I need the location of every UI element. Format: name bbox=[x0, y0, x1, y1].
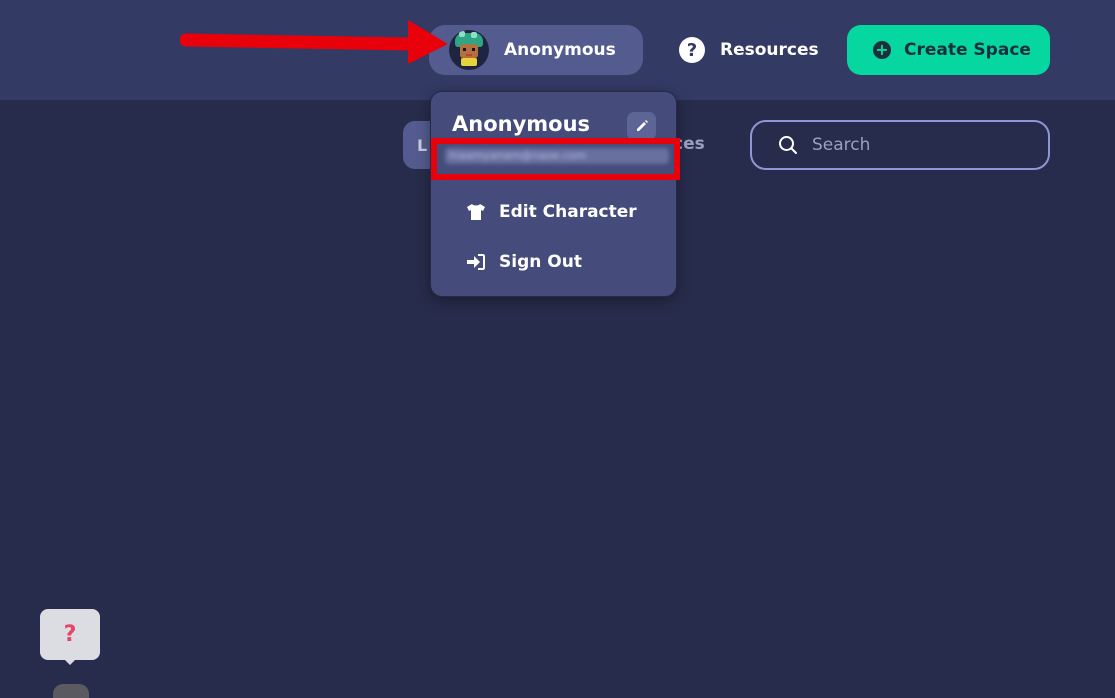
resources-label: Resources bbox=[720, 40, 819, 60]
plus-circle-icon: + bbox=[873, 41, 891, 59]
resources-button[interactable]: ? Resources bbox=[679, 36, 819, 64]
annotation-arrow-icon bbox=[180, 20, 448, 64]
edit-name-button[interactable] bbox=[627, 112, 656, 140]
avatar bbox=[449, 30, 489, 70]
user-name: Anonymous bbox=[504, 40, 616, 60]
dropdown-user-name: Anonymous bbox=[452, 112, 591, 136]
sign-out-label: Sign Out bbox=[499, 252, 582, 272]
tab-partial-left[interactable]: L bbox=[403, 121, 433, 169]
user-menu-button[interactable]: Anonymous bbox=[429, 25, 643, 75]
bottom-avatar bbox=[53, 684, 89, 698]
search-box[interactable] bbox=[750, 120, 1050, 170]
shirt-icon bbox=[466, 202, 486, 222]
create-space-label: Create Space bbox=[904, 40, 1031, 60]
edit-character-item[interactable]: Edit Character bbox=[466, 199, 637, 225]
user-dropdown-menu: Anonymous hiaamyanam@naoe.com Edit Chara… bbox=[430, 91, 677, 297]
sign-out-icon bbox=[466, 252, 486, 272]
edit-character-label: Edit Character bbox=[499, 202, 637, 222]
question-circle-icon: ? bbox=[679, 37, 705, 63]
annotation-highlight-box bbox=[431, 138, 680, 180]
create-space-button[interactable]: + Create Space bbox=[847, 25, 1050, 75]
search-icon bbox=[779, 136, 797, 154]
search-input[interactable] bbox=[812, 135, 1012, 155]
pencil-icon bbox=[636, 120, 648, 131]
help-chat-bubble[interactable]: ? bbox=[40, 609, 100, 665]
sign-out-item[interactable]: Sign Out bbox=[466, 249, 582, 275]
